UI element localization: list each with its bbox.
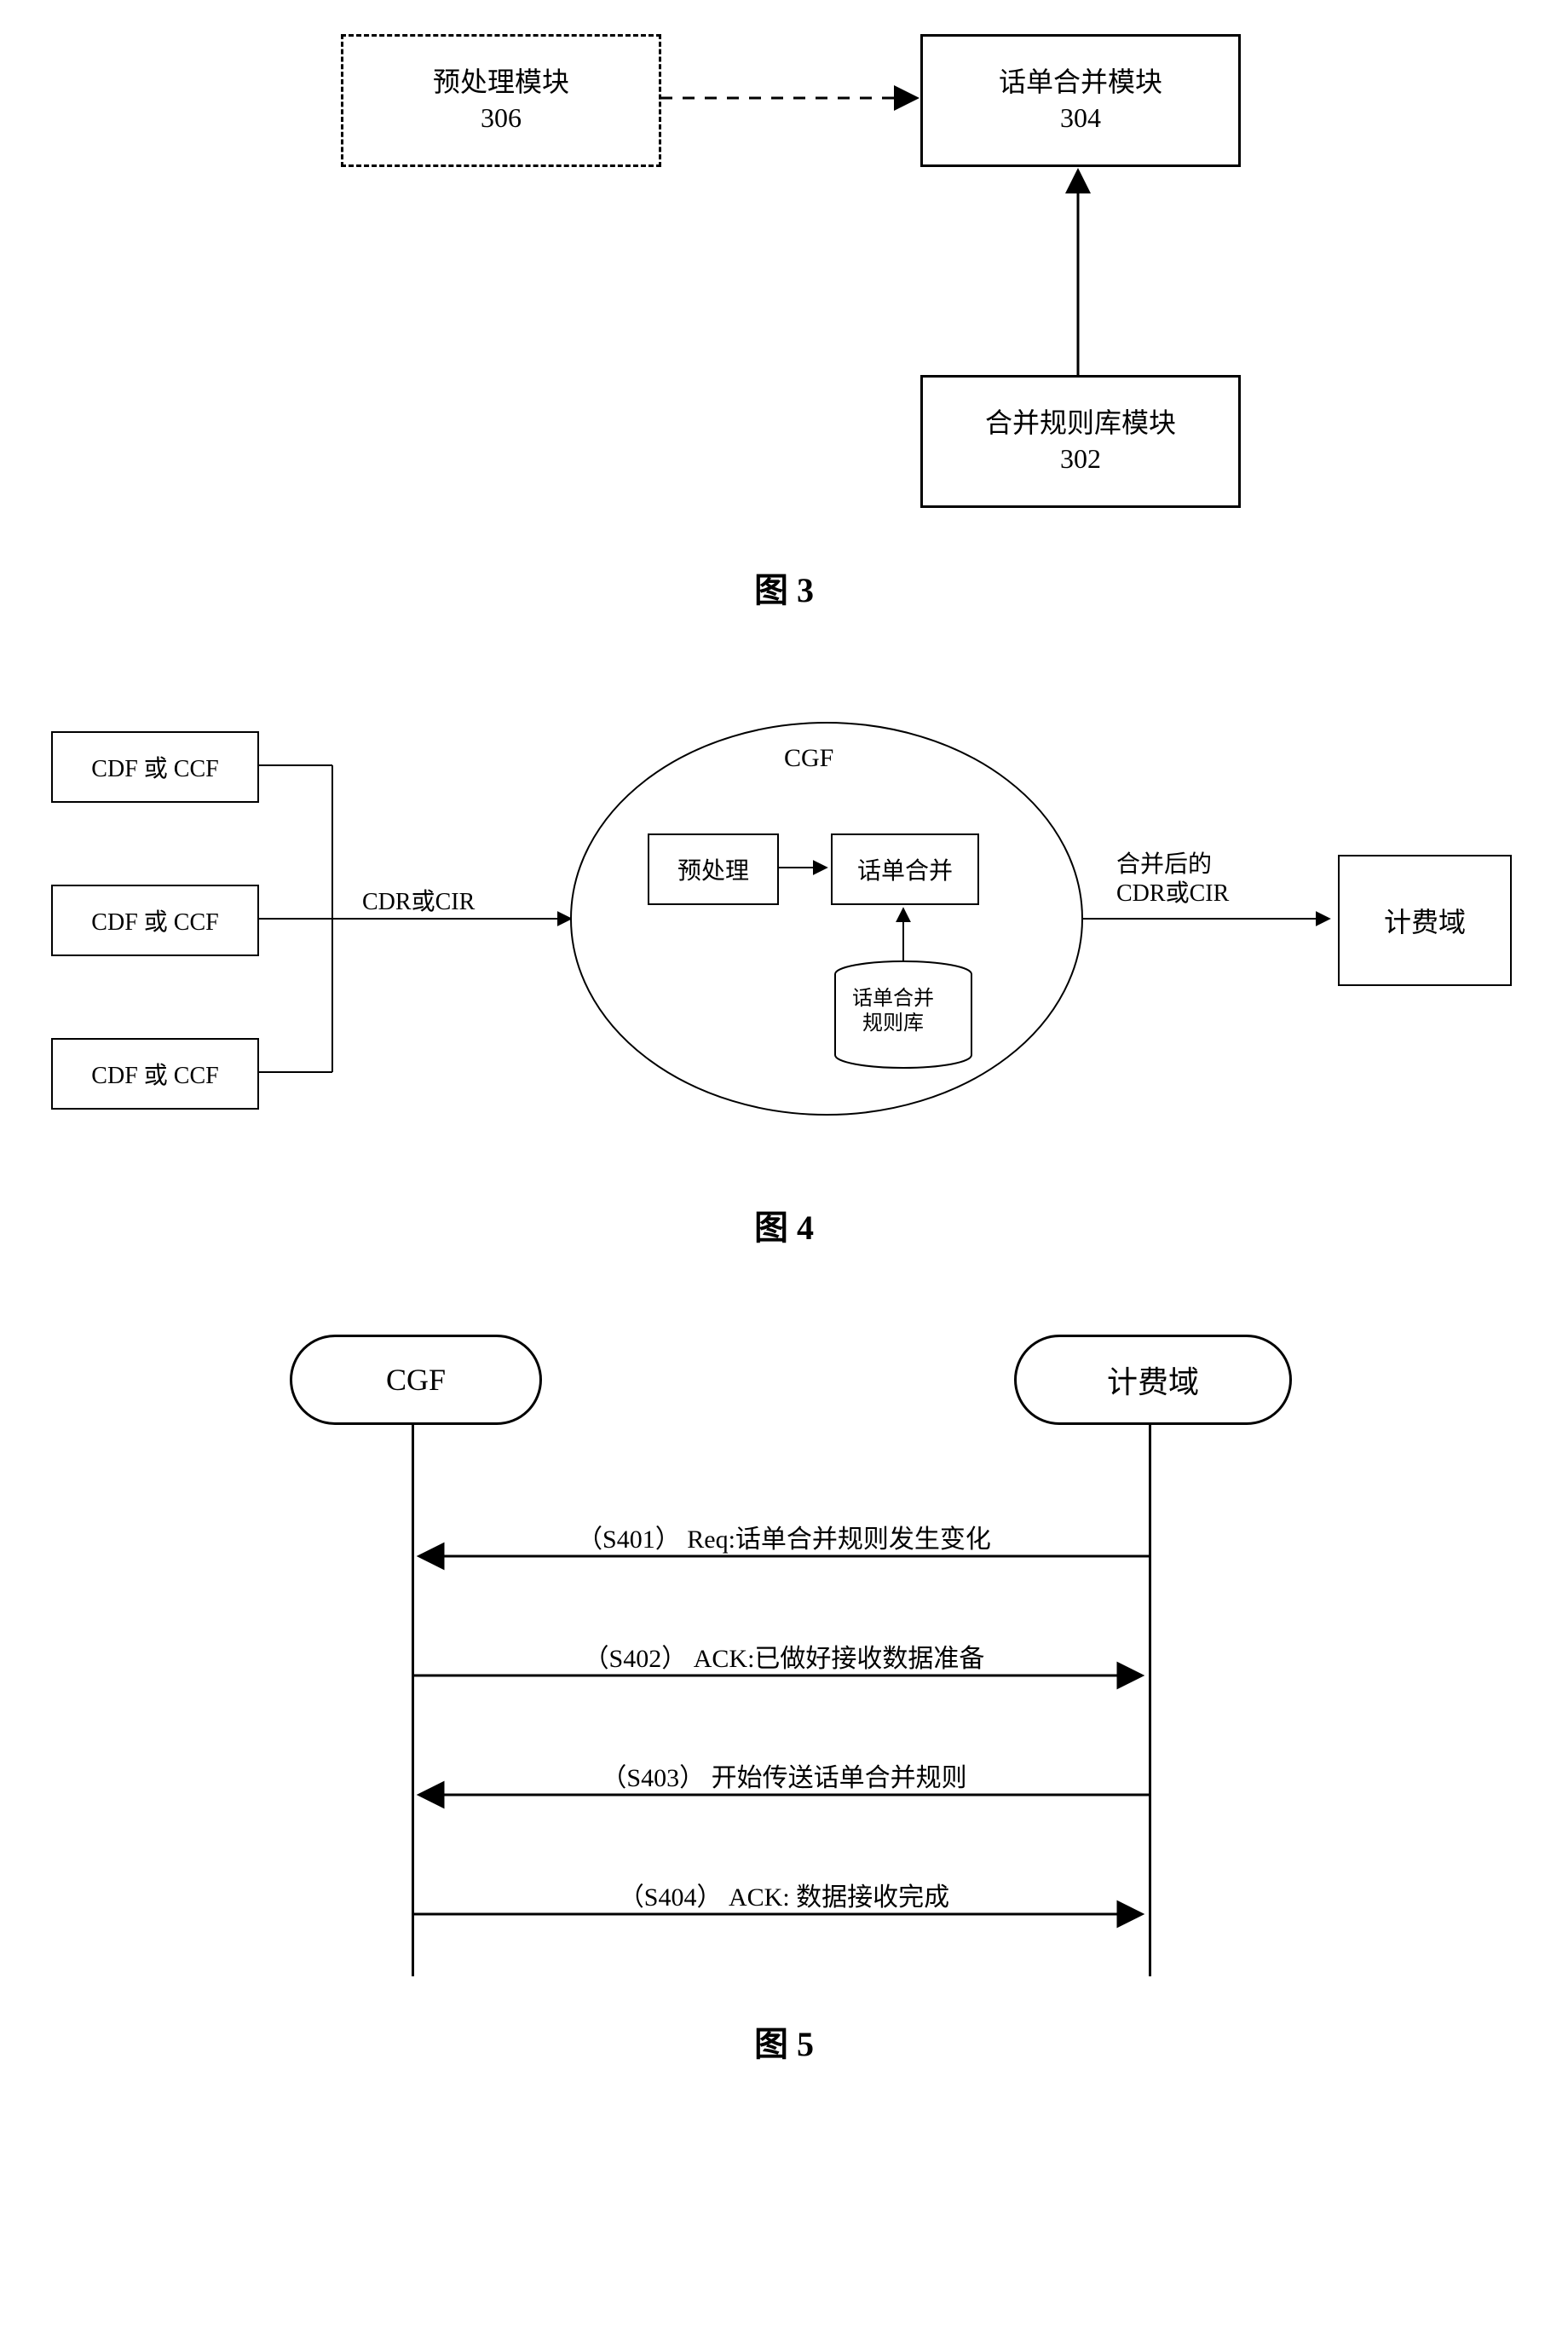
- fig5-stage: CGF 计费域 （S401） Req:话单合并规则发生变化 （S402） ACK…: [230, 1335, 1338, 1982]
- rules-db-label: 话单合并 规则库: [852, 987, 934, 1036]
- merge-label-4: 话单合并: [857, 852, 953, 886]
- msg-label-2: （S402） ACK:已做好接收数据准备: [486, 1637, 1082, 1675]
- figure-3: 预处理模块 306 话单合并模块 304 合并规则库模块 302 图 3: [51, 34, 1517, 612]
- fig3-caption: 图 3: [51, 562, 1517, 612]
- billing-box: 计费域: [1338, 855, 1512, 986]
- preproc-label-4: 预处理: [677, 852, 749, 886]
- figure-5: CGF 计费域 （S401） Req:话单合并规则发生变化 （S402） ACK…: [51, 1335, 1517, 2066]
- rules-db-l2: 规则库: [862, 1012, 924, 1035]
- fig4-caption: 图 4: [51, 1200, 1517, 1249]
- msg-label-3: （S403） 开始传送话单合并规则: [486, 1756, 1082, 1794]
- arrow-out-label: 合并后的 CDR或CIR: [1116, 851, 1229, 908]
- msg-label-4: （S404） ACK: 数据接收完成: [486, 1876, 1082, 1913]
- figure-4: CDF 或 CCF CDF 或 CCF CDF 或 CCF: [51, 697, 1517, 1249]
- msg-label-1: （S401） Req:话单合并规则发生变化: [486, 1518, 1082, 1555]
- fig5-caption: 图 5: [51, 2016, 1517, 2066]
- fig3-stage: 预处理模块 306 话单合并模块 304 合并规则库模块 302: [230, 34, 1338, 528]
- cgf-ellipse: [571, 723, 1082, 1115]
- fig3-arrows: [230, 34, 1338, 528]
- rules-db-l1: 话单合并: [852, 988, 934, 1010]
- preproc-box-4: 预处理: [648, 833, 779, 905]
- merge-box-4: 话单合并: [831, 833, 979, 905]
- arrow-out-l2: CDR或CIR: [1116, 880, 1229, 907]
- arrow-in-label: CDR或CIR: [362, 883, 475, 917]
- arrow-out-l1: 合并后的: [1116, 851, 1212, 878]
- billing-label: 计费域: [1384, 901, 1466, 940]
- fig4-stage: CDF 或 CCF CDF 或 CCF CDF 或 CCF: [51, 697, 1517, 1166]
- cgf-title: CGF: [784, 744, 833, 773]
